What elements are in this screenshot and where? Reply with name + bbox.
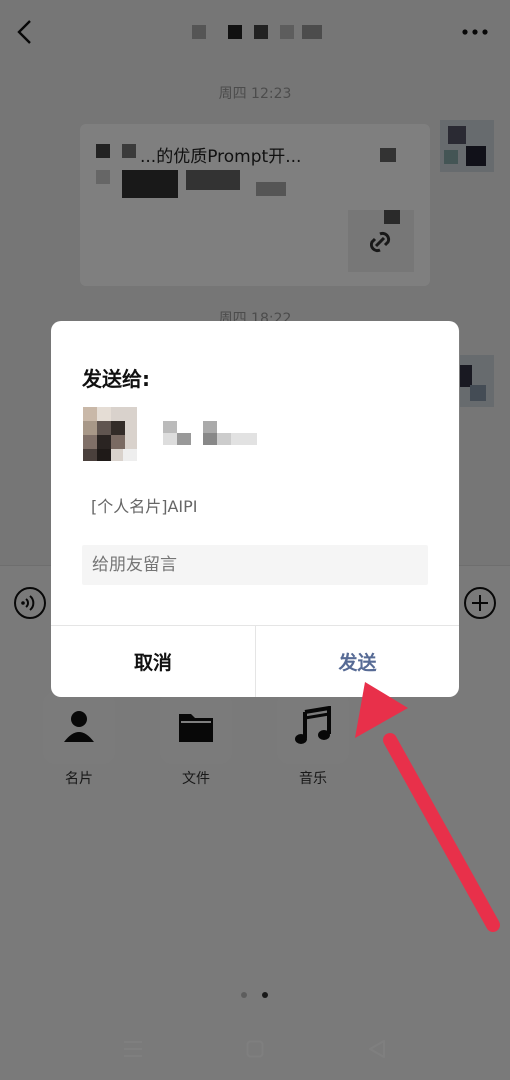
recipient-name-blurred bbox=[163, 421, 257, 447]
message-input[interactable] bbox=[82, 545, 428, 585]
cancel-button[interactable]: 取消 bbox=[51, 626, 255, 697]
dialog-title: 发送给: bbox=[82, 367, 150, 391]
send-to-dialog: 发送给: [个人名片]AIPI 取消 发送 bbox=[51, 321, 459, 697]
shared-card-label: [个人名片]AIPI bbox=[91, 497, 198, 516]
annotation-arrow bbox=[355, 682, 500, 932]
recipient-avatar bbox=[83, 407, 137, 461]
